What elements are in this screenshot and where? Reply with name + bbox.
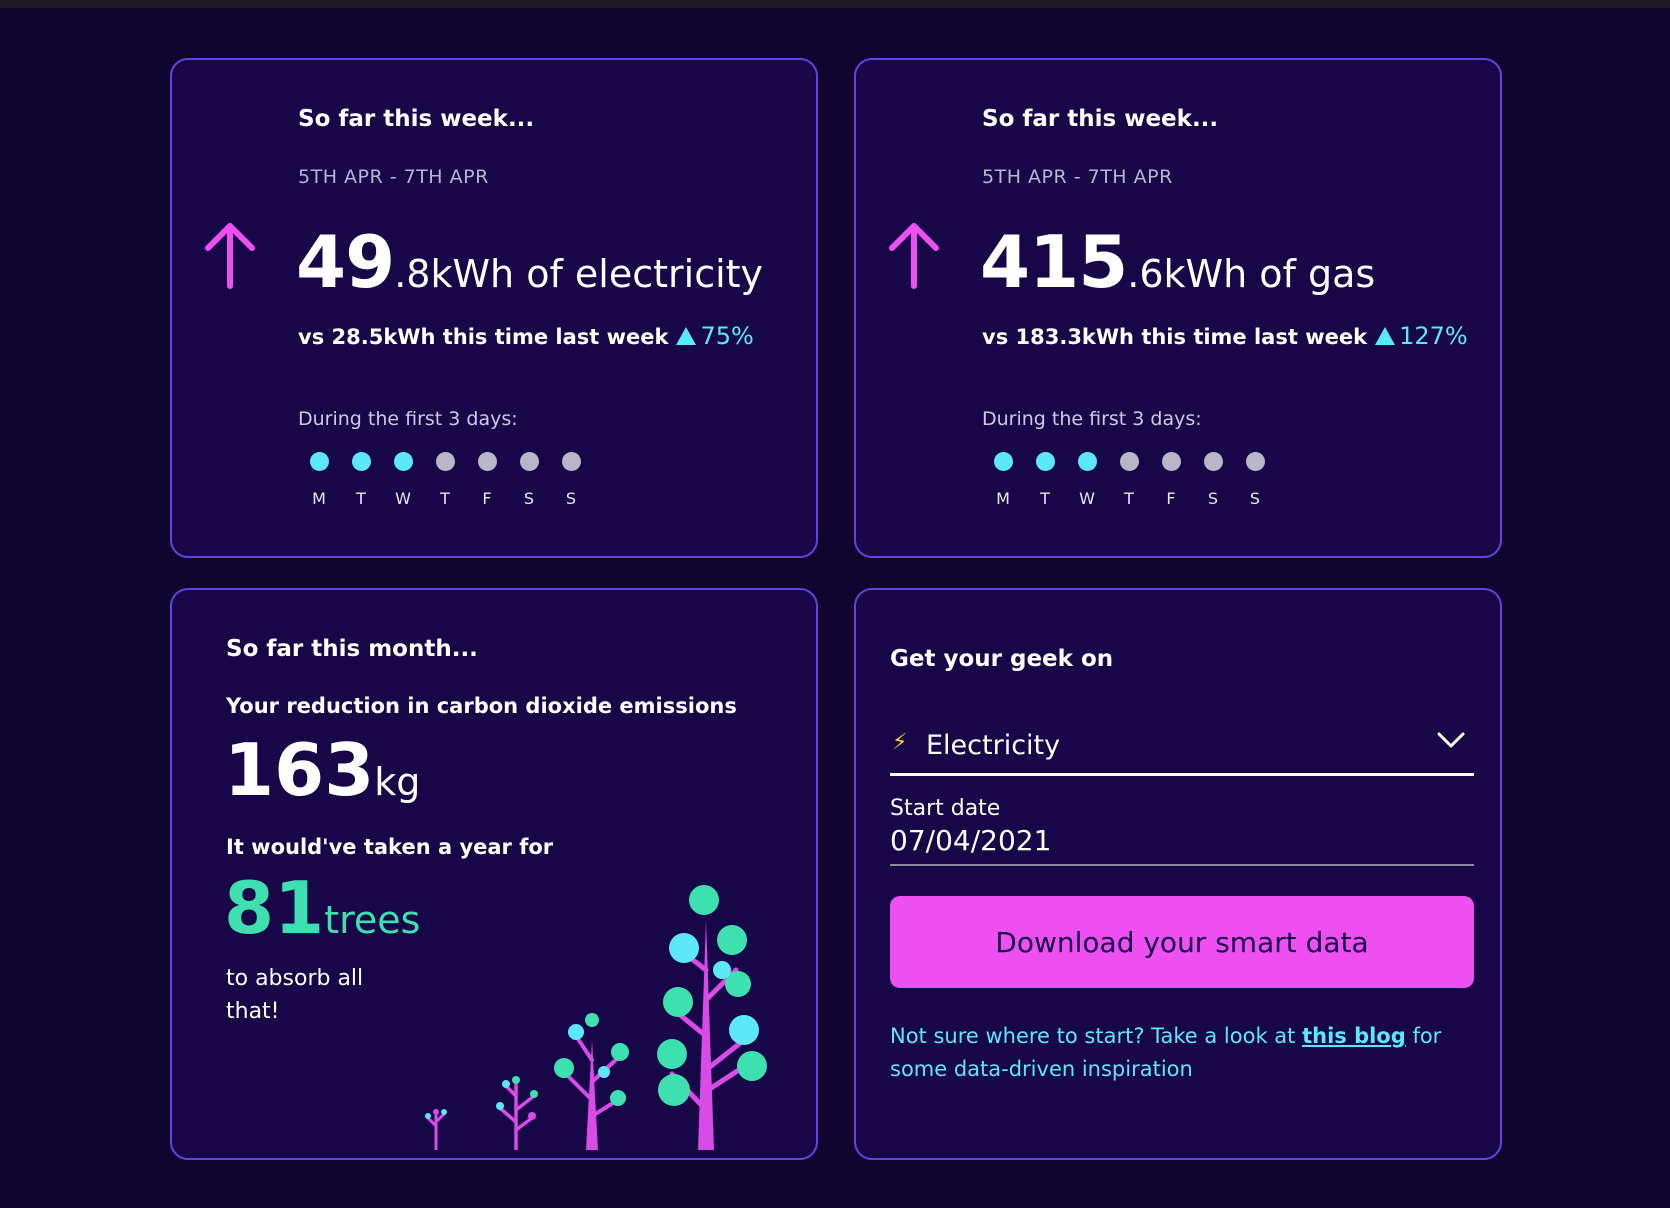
first-days-label: During the first 3 days: xyxy=(298,408,518,430)
day-letter: M xyxy=(312,489,326,508)
day-indicator: W xyxy=(382,452,424,508)
year-for-label: It would've taken a year for xyxy=(226,835,554,859)
day-indicator: T xyxy=(424,452,466,508)
day-letter: T xyxy=(356,489,366,508)
window-top-bar xyxy=(0,0,1670,8)
grown-tree-icon xyxy=(657,885,767,1150)
chevron-down-icon xyxy=(1437,732,1465,748)
day-letter: W xyxy=(1079,489,1095,508)
tree-growth-illustration xyxy=(425,885,767,1150)
inactive-day-dot xyxy=(519,452,539,471)
change-percent: 127% xyxy=(1399,322,1468,350)
date-range: 5TH APR - 7TH APR xyxy=(298,166,489,188)
start-date-value: 07/04/2021 xyxy=(890,824,1052,857)
triangle-up-icon xyxy=(676,327,697,345)
inactive-day-dot xyxy=(1119,452,1139,471)
active-day-dot xyxy=(393,452,413,471)
day-letter: M xyxy=(996,489,1010,508)
co2-value: 163kg xyxy=(224,728,420,812)
day-letter: F xyxy=(482,489,492,508)
fuel-type-select[interactable]: ⚡ Electricity xyxy=(890,720,1474,776)
gas-week-card: So far this week... 5TH APR - 7TH APR 41… xyxy=(854,58,1502,558)
triangle-up-icon xyxy=(1375,327,1396,345)
day-indicator: S xyxy=(550,452,592,508)
card-title: So far this month... xyxy=(226,636,478,662)
help-prefix: Not sure where to start? Take a look at xyxy=(890,1024,1303,1048)
absorb-text: to absorb all that! xyxy=(226,962,426,1028)
co2-unit: kg xyxy=(374,760,421,804)
active-day-dot xyxy=(1035,452,1055,471)
inactive-day-dot xyxy=(477,452,497,471)
day-letter: T xyxy=(1124,489,1134,508)
day-letter: W xyxy=(395,489,411,508)
comparison-text: vs 28.5kWh this time last week xyxy=(298,325,669,349)
day-indicator: S xyxy=(1192,452,1234,508)
start-date-label: Start date xyxy=(890,796,1001,821)
blog-link[interactable]: this blog xyxy=(1302,1024,1406,1048)
fuel-type-value: Electricity xyxy=(926,730,1061,761)
start-date-input[interactable]: 07/04/2021 xyxy=(890,822,1474,866)
trees-value: 81trees xyxy=(224,866,420,950)
day-letter: S xyxy=(1207,489,1219,508)
active-day-dot xyxy=(309,452,329,471)
day-letter: S xyxy=(565,489,577,508)
day-indicator: T xyxy=(340,452,382,508)
lightning-icon: ⚡ xyxy=(892,730,908,755)
day-letter: S xyxy=(1249,489,1261,508)
date-range: 5TH APR - 7TH APR xyxy=(982,166,1173,188)
usage-value-integer: 415 xyxy=(980,220,1128,304)
absorb-line-2: that! xyxy=(226,999,280,1024)
day-dots: MTWTFSS xyxy=(298,452,592,508)
day-indicator: T xyxy=(1024,452,1066,508)
active-day-dot xyxy=(993,452,1013,471)
usage-value-integer: 49 xyxy=(296,220,395,304)
day-letter: T xyxy=(1040,489,1050,508)
comparison-line: vs 183.3kWh this time last week 127% xyxy=(982,322,1468,350)
card-title: So far this week... xyxy=(298,106,535,132)
absorb-line-1: to absorb all xyxy=(226,966,364,991)
usage-value: 415.6kWh of gas xyxy=(980,220,1375,304)
inactive-day-dot xyxy=(1245,452,1265,471)
usage-value: 49.8kWh of electricity xyxy=(296,220,763,304)
day-indicator: F xyxy=(466,452,508,508)
change-percent: 75% xyxy=(700,322,754,350)
electricity-week-card: So far this week... 5TH APR - 7TH APR 49… xyxy=(170,58,818,558)
co2-value-number: 163 xyxy=(224,728,375,812)
first-days-label: During the first 3 days: xyxy=(982,408,1202,430)
inactive-day-dot xyxy=(1203,452,1223,471)
day-dots: MTWTFSS xyxy=(982,452,1276,508)
arrow-up-icon xyxy=(889,223,939,289)
young-tree-icon xyxy=(554,1013,629,1150)
arrow-up-icon xyxy=(205,223,255,289)
day-indicator: T xyxy=(1108,452,1150,508)
day-letter: F xyxy=(1166,489,1176,508)
trees-unit: trees xyxy=(324,898,421,942)
day-indicator: F xyxy=(1150,452,1192,508)
carbon-month-card: So far this month... Your reduction in c… xyxy=(170,588,818,1160)
card-title: Get your geek on xyxy=(890,646,1114,672)
comparison-text: vs 183.3kWh this time last week xyxy=(982,325,1368,349)
seedling-icon xyxy=(426,1112,446,1150)
day-indicator: S xyxy=(508,452,550,508)
day-indicator: M xyxy=(298,452,340,508)
day-letter: S xyxy=(523,489,535,508)
comparison-line: vs 28.5kWh this time last week 75% xyxy=(298,322,754,350)
inactive-day-dot xyxy=(1161,452,1181,471)
download-smart-data-button[interactable]: Download your smart data xyxy=(890,896,1474,988)
inactive-day-dot xyxy=(561,452,581,471)
card-title: So far this week... xyxy=(982,106,1219,132)
trees-value-number: 81 xyxy=(224,866,325,950)
day-indicator: W xyxy=(1066,452,1108,508)
active-day-dot xyxy=(1077,452,1097,471)
day-indicator: S xyxy=(1234,452,1276,508)
help-text: Not sure where to start? Take a look at … xyxy=(890,1020,1480,1086)
day-indicator: M xyxy=(982,452,1024,508)
reduction-label: Your reduction in carbon dioxide emissio… xyxy=(226,694,737,718)
usage-value-unit: .6kWh of gas xyxy=(1127,252,1376,296)
active-day-dot xyxy=(351,452,371,471)
day-letter: T xyxy=(440,489,450,508)
inactive-day-dot xyxy=(435,452,455,471)
usage-value-unit: .8kWh of electricity xyxy=(394,252,764,296)
geek-download-card: Get your geek on ⚡ Electricity Start dat… xyxy=(854,588,1502,1160)
